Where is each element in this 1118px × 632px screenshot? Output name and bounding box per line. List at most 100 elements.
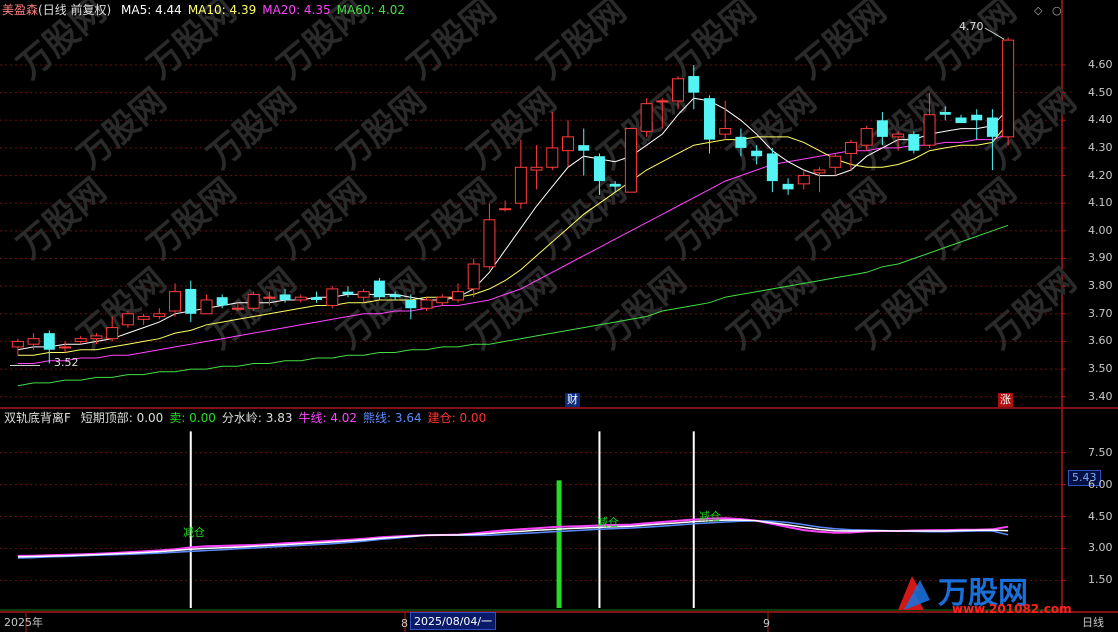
diamond-icon[interactable]: ◇	[1034, 4, 1042, 17]
candle-body-down	[609, 183, 621, 187]
price-tick-label: 3.60	[1088, 334, 1113, 348]
candle[interactable]	[797, 170, 810, 190]
watermark-text: 万股网	[330, 81, 434, 177]
candle-body-down	[751, 150, 763, 157]
candle-body-up	[467, 263, 480, 290]
candle-body-up	[263, 296, 276, 299]
candle[interactable]	[813, 167, 826, 193]
watermark-text: 万股网	[660, 0, 764, 87]
candle-body-up	[892, 133, 905, 138]
ma-legend: MA5: 4.44 MA10: 4.39 MA20: 4.35 MA60: 4.02	[121, 3, 411, 17]
low-price-label: 3.52	[54, 356, 79, 369]
ma-legend-item-3: MA60: 4.02	[336, 3, 406, 17]
candle-body-down	[782, 183, 794, 190]
candle-body-down	[43, 333, 55, 350]
candle-body-up	[923, 114, 936, 146]
candle[interactable]	[121, 311, 134, 328]
bull-line	[17, 517, 1009, 557]
chart-mode[interactable]: (日线 前复权)	[38, 3, 111, 17]
candle-body-down	[876, 120, 888, 137]
candle[interactable]	[829, 153, 842, 176]
divide-line	[17, 519, 1009, 558]
candle[interactable]	[59, 341, 72, 353]
candle-body-up	[74, 338, 87, 342]
candle-body-up	[357, 291, 370, 298]
candle[interactable]	[200, 294, 213, 315]
candle[interactable]	[247, 291, 260, 312]
candle[interactable]	[971, 109, 983, 140]
candle[interactable]	[955, 114, 967, 124]
indicator-values: 短期顶部: 0.00 卖: 0.00 分水岭: 3.83 牛线: 4.02 熊线: 3.…	[81, 411, 492, 425]
price-tick-label: 3.40	[1088, 389, 1113, 403]
candle-body-up	[1002, 39, 1015, 138]
candle-body-up	[27, 338, 40, 345]
price-tick-label: 4.60	[1088, 57, 1113, 71]
candle-body-down	[908, 134, 920, 151]
candle[interactable]	[11, 338, 24, 356]
candle[interactable]	[185, 280, 197, 323]
candle[interactable]	[436, 294, 449, 306]
candle[interactable]	[153, 308, 166, 320]
price-tick-label: 4.20	[1088, 168, 1113, 182]
candle-body-up	[624, 128, 637, 193]
brand-domain: www.201082.com	[952, 602, 1072, 616]
candle-body-up	[59, 346, 72, 349]
price-tick-label: 3.80	[1088, 279, 1113, 293]
indicator-name[interactable]: 双轨底背离F	[4, 411, 71, 425]
price-tick-label: 3.50	[1088, 362, 1113, 376]
candle-body-up	[860, 128, 873, 146]
candle-body-up	[420, 299, 433, 309]
candle-body-up	[546, 147, 559, 168]
price-tick-label: 4.00	[1088, 223, 1113, 237]
stock-name[interactable]: 美盈森	[2, 3, 38, 17]
indicator-tick-label: 6.00	[1088, 477, 1113, 491]
candle[interactable]	[624, 128, 637, 193]
candle-body-down	[311, 297, 323, 300]
indicator-legend-item-5: 建仓: 0.00	[427, 411, 487, 425]
reduce-label-3: 减仓	[699, 510, 721, 523]
watermark-text: 万股网	[720, 261, 824, 357]
candle-body-up	[719, 128, 732, 135]
candle-body-down	[971, 114, 983, 121]
candle-body-down	[405, 299, 417, 309]
watermark-text: 万股网	[660, 171, 764, 267]
finance-tag[interactable]: 财	[565, 393, 580, 407]
limit-up-tag[interactable]: 涨	[998, 393, 1013, 407]
candle-body-down	[735, 136, 747, 148]
candle-body-down	[389, 294, 401, 298]
watermark-text: 万股网	[920, 171, 1024, 267]
candle-body-up	[672, 78, 685, 102]
candle[interactable]	[908, 131, 920, 154]
candle[interactable]	[1002, 37, 1015, 146]
candle-body-up	[294, 296, 307, 301]
candle[interactable]	[562, 120, 575, 168]
watermark-text: 万股网	[850, 261, 954, 357]
candle[interactable]	[530, 145, 543, 190]
candle[interactable]	[703, 95, 715, 154]
candle-body-down	[216, 297, 228, 306]
price-tick-label: 4.50	[1088, 85, 1113, 99]
candle[interactable]	[640, 98, 653, 137]
watermark-text: 万股网	[270, 171, 374, 267]
candle[interactable]	[766, 147, 778, 193]
candle[interactable]	[373, 277, 385, 300]
indicator-tick-label: 4.50	[1088, 509, 1113, 523]
main-legend: 美盈森(日线 前复权) MA5: 4.44 MA10: 4.39 MA20: 4.3…	[2, 2, 417, 18]
candle[interactable]	[326, 286, 339, 309]
candle[interactable]	[311, 291, 323, 303]
candle-body-down	[279, 294, 291, 300]
candle-body-up	[231, 307, 244, 310]
watermark-text: 万股网	[200, 81, 304, 177]
watermark-text: 万股网	[140, 171, 244, 267]
close-icon[interactable]: ○	[1052, 4, 1062, 17]
candle-body-up	[813, 169, 826, 174]
candle-body-down	[373, 280, 385, 298]
candle-body-up	[656, 100, 669, 103]
x-cursor-date[interactable]: 2025/08/04/一	[410, 612, 497, 630]
candle-body-up	[90, 335, 103, 340]
watermark-text: 万股网	[530, 0, 634, 87]
candle-body-up	[436, 296, 449, 304]
candle[interactable]	[578, 128, 590, 176]
candle[interactable]	[782, 178, 794, 195]
watermark-logo: 万股网 www.201082.com	[890, 570, 1100, 622]
